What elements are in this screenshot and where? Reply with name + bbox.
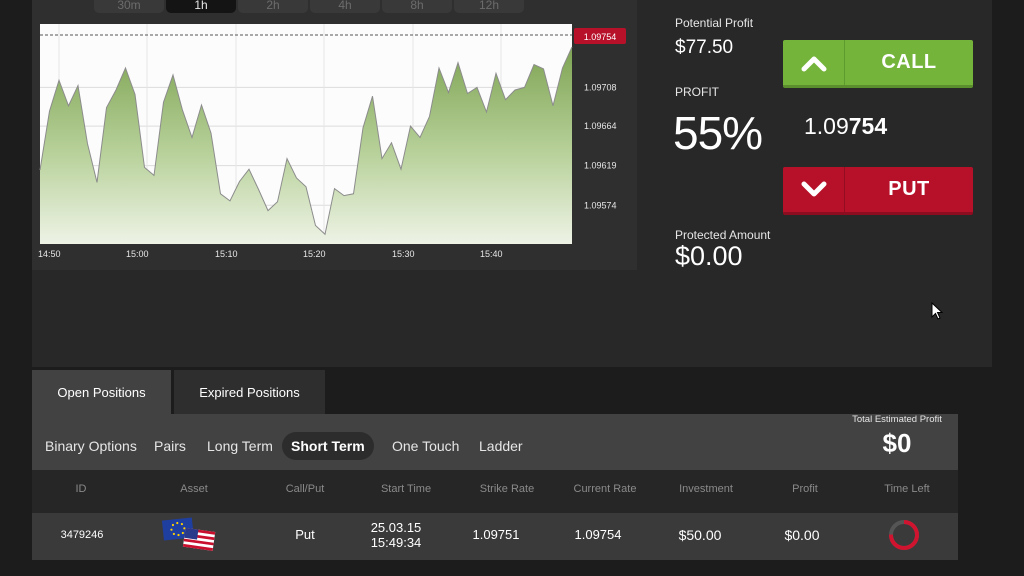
x-tick-label: 14:50: [38, 249, 61, 259]
timeframe-tab-4h[interactable]: 4h: [310, 0, 380, 13]
timeframe-tab-8h[interactable]: 8h: [382, 0, 452, 13]
y-tick-label: 1.09664: [584, 121, 617, 131]
tab-open-positions[interactable]: Open Positions: [32, 370, 171, 414]
x-tick-label: 15:30: [392, 249, 415, 259]
call-button-label: CALL: [881, 51, 937, 73]
profit-label: PROFIT: [675, 85, 719, 99]
put-button-label: PUT: [888, 178, 930, 200]
potential-profit-label: Potential Profit: [675, 16, 754, 30]
row-investment: $50.00: [678, 527, 722, 543]
timeframe-tab-1h[interactable]: 1h: [166, 0, 236, 13]
protected-amount-label: Protected Amount: [675, 228, 771, 242]
profit-percent: 55%: [673, 107, 763, 159]
y-tick-label: 1.09708: [584, 82, 617, 92]
x-tick-label: 15:10: [215, 249, 238, 259]
timeframe-tab-12h[interactable]: 12h: [454, 0, 524, 13]
time-left-ring-icon: [889, 520, 919, 550]
row-id: 3479246: [60, 529, 104, 541]
chevron-up-icon: [783, 40, 845, 85]
x-tick-label: 15:20: [303, 249, 326, 259]
filter-ladder[interactable]: Ladder: [479, 432, 523, 460]
tab-expired-positions[interactable]: Expired Positions: [174, 370, 325, 414]
x-tick-label: 15:40: [480, 249, 503, 259]
row-strike-rate: 1.09751: [472, 527, 520, 542]
column-header-start-time: Start Time: [380, 483, 432, 495]
x-axis-labels: 14:50 15:00 15:10 15:20 15:30 15:40: [38, 249, 503, 259]
row-profit: $0.00: [784, 527, 820, 543]
filter-binary-options[interactable]: Binary Options: [45, 432, 137, 460]
protected-amount-value: $0.00: [675, 241, 743, 271]
y-axis-labels: 1.09708 1.09664 1.09619 1.09574: [584, 82, 617, 210]
mouse-cursor-icon: [931, 302, 944, 320]
chevron-down-icon: [783, 167, 845, 212]
column-header-investment: Investment: [679, 483, 733, 495]
eur-usd-flags-icon: [161, 517, 216, 551]
column-header-id: ID: [75, 483, 87, 495]
filter-long-term[interactable]: Long Term: [207, 432, 273, 460]
column-header-profit: Profit: [792, 483, 818, 495]
rate-prefix: 1.09: [804, 113, 849, 139]
total-estimated-profit-value: $0: [882, 428, 912, 458]
potential-profit-value: $77.50: [675, 37, 734, 58]
column-header-asset: Asset: [180, 483, 208, 495]
put-button[interactable]: PUT: [783, 167, 973, 215]
column-header-call-put: Call/Put: [285, 483, 325, 495]
row-current-rate: 1.09754: [574, 527, 622, 542]
total-estimated-profit-label: Total Estimated Profit: [852, 414, 942, 425]
timeframe-tab-30m[interactable]: 30m: [94, 0, 164, 13]
row-start-date: 25.03.15: [370, 520, 422, 535]
column-header-time-left: Time Left: [884, 483, 930, 495]
current-rate-display: 1.09754: [804, 113, 887, 140]
column-header-current-rate: Current Rate: [573, 483, 637, 495]
filter-short-term[interactable]: Short Term: [282, 432, 374, 460]
y-tick-label: 1.09574: [584, 200, 617, 210]
row-start-time: 15:49:34: [370, 535, 422, 550]
y-tick-label: 1.09619: [584, 161, 617, 171]
price-chart[interactable]: 1.097081.096641.096191.09574 14:50 15:00 1…: [32, 14, 632, 264]
row-call-put: Put: [295, 527, 315, 542]
column-header-strike-rate: Strike Rate: [479, 483, 535, 495]
timeframe-tab-2h[interactable]: 2h: [238, 0, 308, 13]
rate-suffix: 754: [848, 113, 888, 139]
current-price-tag-label: 1.09754: [584, 32, 617, 42]
filter-pairs[interactable]: Pairs: [154, 432, 186, 460]
filter-one-touch[interactable]: One Touch: [392, 432, 459, 460]
x-tick-label: 15:00: [126, 249, 149, 259]
call-button[interactable]: CALL: [783, 40, 973, 88]
